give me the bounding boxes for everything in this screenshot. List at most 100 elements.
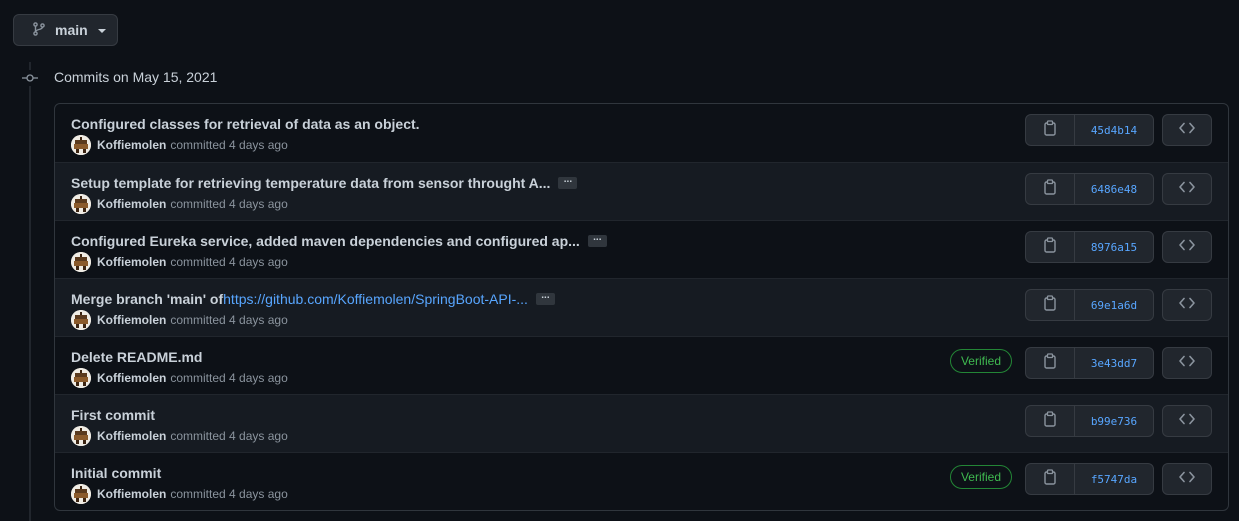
commit-message[interactable]: First commit xyxy=(71,407,155,423)
commit-author[interactable]: Koffiemolen xyxy=(97,371,166,385)
avatar[interactable] xyxy=(71,194,91,214)
browse-repo-button[interactable] xyxy=(1162,231,1212,263)
commit-row: Delete README.md Koffiemolen committed 4… xyxy=(55,336,1228,394)
copy-sha-button[interactable] xyxy=(1026,290,1075,320)
commit-sha-link[interactable]: 6486e48 xyxy=(1075,174,1153,204)
code-icon xyxy=(1179,296,1195,314)
commit-author[interactable]: Koffiemolen xyxy=(97,197,166,211)
browse-repo-button[interactable] xyxy=(1162,463,1212,495)
avatar[interactable] xyxy=(71,135,91,155)
commit-message-text[interactable]: First commit xyxy=(71,407,155,423)
commit-message-text[interactable]: Setup template for retrieving temperatur… xyxy=(71,175,550,191)
copy-sha-button[interactable] xyxy=(1026,115,1075,145)
commit-row: Configured Eureka service, added maven d… xyxy=(55,220,1228,278)
commit-time[interactable]: 4 days ago xyxy=(229,255,288,269)
commit-sha-link[interactable]: 3e43dd7 xyxy=(1075,348,1153,378)
commit-action: committed xyxy=(170,429,226,443)
browse-repo-button[interactable] xyxy=(1162,114,1212,146)
expand-message-button[interactable]: ... xyxy=(558,175,578,189)
browse-repo-button[interactable] xyxy=(1162,405,1212,437)
sha-button-group: 69e1a6d xyxy=(1025,289,1154,321)
clipboard-icon xyxy=(1043,410,1057,432)
browse-repo-button[interactable] xyxy=(1162,347,1212,379)
sha-button-group: 45d4b14 xyxy=(1025,114,1154,146)
verified-badge[interactable]: Verified xyxy=(949,465,1012,489)
branch-name: main xyxy=(55,22,88,38)
clipboard-icon xyxy=(1043,294,1057,316)
sha-button-group: 3e43dd7 xyxy=(1025,347,1154,379)
copy-sha-button[interactable] xyxy=(1026,232,1075,262)
commit-author[interactable]: Koffiemolen xyxy=(97,138,166,152)
commit-time[interactable]: 4 days ago xyxy=(229,487,288,501)
commit-message-text[interactable]: Initial commit xyxy=(71,465,161,481)
commit-meta: Koffiemolen committed 4 days ago xyxy=(71,310,288,330)
copy-sha-button[interactable] xyxy=(1026,348,1075,378)
commit-author[interactable]: Koffiemolen xyxy=(97,313,166,327)
expand-message-button[interactable]: ... xyxy=(587,233,607,247)
browse-repo-button[interactable] xyxy=(1162,173,1212,205)
sha-button-group: 6486e48 xyxy=(1025,173,1154,205)
avatar[interactable] xyxy=(71,484,91,504)
commit-message-text[interactable]: Merge branch 'main' of xyxy=(71,291,223,307)
copy-sha-button[interactable] xyxy=(1026,464,1075,494)
avatar[interactable] xyxy=(71,426,91,446)
sha-button-group: 8976a15 xyxy=(1025,231,1154,263)
commit-action: committed xyxy=(170,371,226,385)
commit-message-link[interactable]: https://github.com/Koffiemolen/SpringBoo… xyxy=(223,291,528,307)
code-icon xyxy=(1179,354,1195,372)
commit-sha-link[interactable]: b99e736 xyxy=(1075,406,1153,436)
commit-message-text[interactable]: Delete README.md xyxy=(71,349,202,365)
avatar[interactable] xyxy=(71,310,91,330)
clipboard-icon xyxy=(1043,236,1057,258)
commit-author[interactable]: Koffiemolen xyxy=(97,429,166,443)
commit-row: Setup template for retrieving temperatur… xyxy=(55,162,1228,220)
clipboard-icon xyxy=(1043,119,1057,141)
commit-row: First commit Koffiemolen committed 4 day… xyxy=(55,394,1228,452)
commit-message[interactable]: Configured classes for retrieval of data… xyxy=(71,116,420,132)
commit-time[interactable]: 4 days ago xyxy=(229,429,288,443)
commit-author[interactable]: Koffiemolen xyxy=(97,255,166,269)
commit-sha-link[interactable]: 8976a15 xyxy=(1075,232,1153,262)
commit-message-text[interactable]: Configured classes for retrieval of data… xyxy=(71,116,420,132)
commit-message-text[interactable]: Configured Eureka service, added maven d… xyxy=(71,233,580,249)
commit-sha-link[interactable]: 45d4b14 xyxy=(1075,115,1153,145)
commit-message[interactable]: Merge branch 'main' of https://github.co… xyxy=(71,291,555,307)
commit-list: Configured classes for retrieval of data… xyxy=(54,103,1229,511)
browse-repo-button[interactable] xyxy=(1162,289,1212,321)
commit-time[interactable]: 4 days ago xyxy=(229,313,288,327)
chevron-down-icon xyxy=(97,29,106,33)
git-commit-icon xyxy=(22,70,38,86)
commit-action: committed xyxy=(170,487,226,501)
commit-message[interactable]: Delete README.md xyxy=(71,349,202,365)
code-icon xyxy=(1179,238,1195,256)
code-icon xyxy=(1179,470,1195,488)
avatar[interactable] xyxy=(71,252,91,272)
commit-message[interactable]: Setup template for retrieving temperatur… xyxy=(71,175,578,191)
commit-action: committed xyxy=(170,255,226,269)
commit-sha-link[interactable]: 69e1a6d xyxy=(1075,290,1153,320)
timeline-line xyxy=(29,62,31,521)
commit-time[interactable]: 4 days ago xyxy=(229,138,288,152)
avatar[interactable] xyxy=(71,368,91,388)
verified-badge[interactable]: Verified xyxy=(949,349,1012,373)
code-icon xyxy=(1179,412,1195,430)
commit-meta: Koffiemolen committed 4 days ago xyxy=(71,252,288,272)
clipboard-icon xyxy=(1043,178,1057,200)
commit-author[interactable]: Koffiemolen xyxy=(97,487,166,501)
commit-message[interactable]: Initial commit xyxy=(71,465,161,481)
commits-date-heading: Commits on May 15, 2021 xyxy=(54,69,218,85)
branch-select-button[interactable]: main xyxy=(13,14,118,46)
commit-time[interactable]: 4 days ago xyxy=(229,371,288,385)
clipboard-icon xyxy=(1043,352,1057,374)
expand-message-button[interactable]: ... xyxy=(535,291,555,305)
commit-time[interactable]: 4 days ago xyxy=(229,197,288,211)
commit-meta: Koffiemolen committed 4 days ago xyxy=(71,426,288,446)
commit-sha-link[interactable]: f5747da xyxy=(1075,464,1153,494)
copy-sha-button[interactable] xyxy=(1026,406,1075,436)
clipboard-icon xyxy=(1043,468,1057,490)
commit-message[interactable]: Configured Eureka service, added maven d… xyxy=(71,233,607,249)
commit-meta: Koffiemolen committed 4 days ago xyxy=(71,484,288,504)
copy-sha-button[interactable] xyxy=(1026,174,1075,204)
commit-meta: Koffiemolen committed 4 days ago xyxy=(71,135,288,155)
code-icon xyxy=(1179,180,1195,198)
